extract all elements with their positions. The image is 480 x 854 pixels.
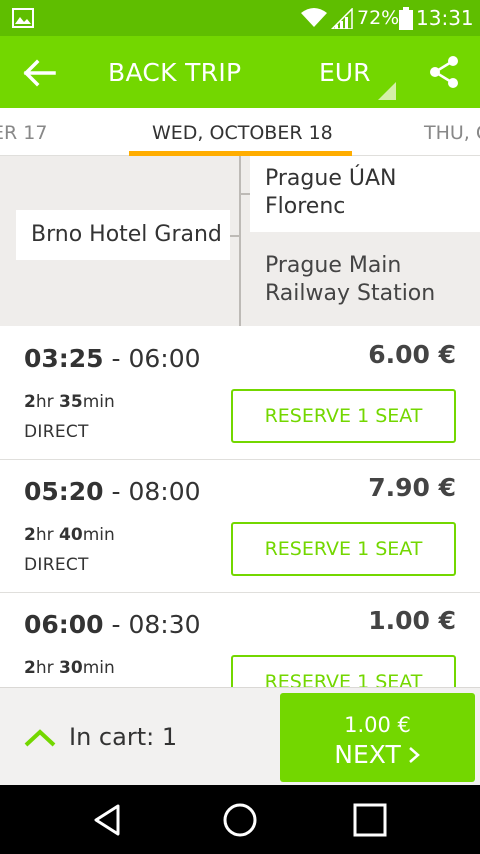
departure-time: 06:00 — [24, 610, 104, 639]
trip-price: 1.00 € — [368, 606, 456, 635]
trip-times: 03:25 - 06:00 — [24, 343, 201, 375]
cart-count[interactable]: In cart: 1 — [69, 721, 177, 753]
system-nav-bar — [0, 785, 480, 854]
trip-duration: 2hr 35min — [24, 390, 115, 414]
chevron-right-icon — [408, 747, 420, 763]
departure-time: 05:20 — [24, 477, 104, 506]
wifi-icon — [301, 8, 327, 27]
duration-minutes-unit: min — [82, 525, 115, 545]
trip-price: 6.00 € — [368, 340, 456, 369]
trip-duration: 2hr 30min — [24, 656, 115, 680]
trip-times: 06:00 - 08:30 — [24, 609, 201, 641]
battery-icon — [399, 7, 413, 30]
clock: 13:31 — [416, 6, 474, 30]
nav-back-icon[interactable] — [89, 802, 129, 838]
duration-hours: 2 — [24, 658, 36, 678]
page-title: BACK TRIP — [108, 58, 242, 87]
nav-recents-icon[interactable] — [350, 802, 390, 838]
origin-station[interactable]: Brno Hotel Grand — [16, 210, 230, 260]
trip-times: 05:20 - 08:00 — [24, 476, 201, 508]
trip-row: 05:20 - 08:00 7.90 € 2hr 40min DIRECT RE… — [0, 460, 480, 593]
cart-total-price: 1.00 € — [344, 713, 411, 737]
trip-row: 06:00 - 08:30 1.00 € 2hr 30min RESERVE 1… — [0, 593, 480, 687]
battery-percent: 72% — [357, 7, 400, 29]
duration-hours: 2 — [24, 392, 36, 412]
next-label: NEXT — [334, 740, 401, 769]
signal-icon — [331, 8, 353, 29]
status-bar: 72% 13:31 — [0, 0, 480, 36]
route-overview: Brno Hotel Grand Prague ÚAN Florenc Prag… — [0, 156, 480, 326]
reserve-seat-button[interactable]: RESERVE 1 SEAT — [231, 389, 456, 443]
departure-time: 03:25 — [24, 344, 104, 373]
chevron-up-icon[interactable] — [23, 728, 57, 748]
duration-hours-unit: hr — [35, 658, 60, 678]
trip-type: DIRECT — [24, 555, 89, 575]
route-connector — [239, 156, 241, 326]
duration-minutes-unit: min — [82, 392, 115, 412]
next-label-row: NEXT — [280, 739, 475, 771]
duration-hours: 2 — [24, 525, 36, 545]
duration-minutes: 40 — [59, 525, 83, 545]
trip-type: DIRECT — [24, 422, 89, 442]
trip-list: 03:25 - 06:00 6.00 € 2hr 35min DIRECT RE… — [0, 327, 480, 687]
reserve-seat-button[interactable]: RESERVE 1 SEAT — [231, 522, 456, 576]
next-button[interactable]: 1.00 € NEXT — [280, 693, 475, 782]
tab-selected-date[interactable]: WED, OCTOBER 18 — [152, 120, 333, 146]
destination-station[interactable]: Prague Main Railway Station — [250, 244, 480, 324]
route-connector — [240, 193, 250, 195]
date-tabs: ER 17 WED, OCTOBER 18 THU, O — [0, 108, 480, 156]
arrival-time: - 08:00 — [103, 477, 201, 506]
trip-duration: 2hr 40min — [24, 523, 115, 547]
trip-price: 7.90 € — [368, 473, 456, 502]
app-bar: BACK TRIP EUR — [0, 36, 480, 108]
arrival-time: - 08:30 — [103, 610, 201, 639]
tab-next-date[interactable]: THU, O — [424, 120, 480, 146]
reserve-seat-button[interactable]: RESERVE 1 SEAT — [231, 655, 456, 687]
tab-previous-date[interactable]: ER 17 — [0, 120, 47, 146]
back-arrow-icon[interactable] — [22, 56, 62, 90]
route-connector — [230, 235, 240, 237]
share-icon[interactable] — [428, 55, 460, 89]
duration-minutes: 30 — [59, 658, 83, 678]
cart-bar: In cart: 1 1.00 € NEXT — [0, 687, 480, 785]
duration-minutes: 35 — [59, 392, 83, 412]
nav-home-icon[interactable] — [220, 802, 260, 838]
duration-hours-unit: hr — [35, 525, 60, 545]
dropdown-corner-icon — [378, 82, 396, 100]
currency-selector[interactable]: EUR — [319, 56, 370, 90]
destination-station-selected[interactable]: Prague ÚAN Florenc — [250, 156, 480, 232]
arrival-time: - 06:00 — [103, 344, 201, 373]
trip-row: 03:25 - 06:00 6.00 € 2hr 35min DIRECT RE… — [0, 327, 480, 460]
gallery-icon — [12, 8, 34, 28]
duration-hours-unit: hr — [35, 392, 60, 412]
duration-minutes-unit: min — [82, 658, 115, 678]
